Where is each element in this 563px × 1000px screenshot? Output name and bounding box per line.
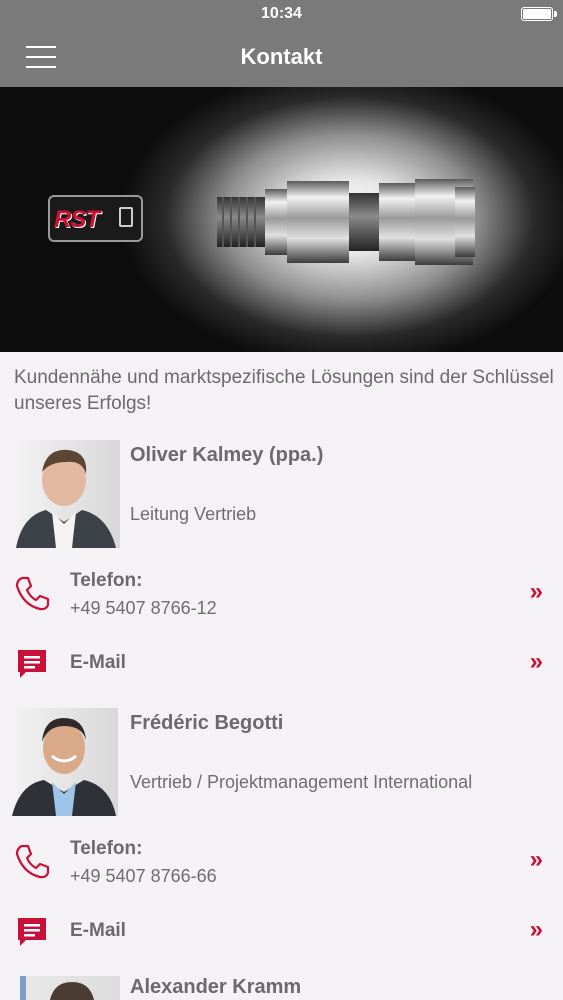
phone-label: Telefon:: [70, 570, 143, 591]
email-row[interactable]: E-Mail »: [0, 640, 563, 700]
hero-banner: RST: [0, 87, 563, 352]
rst-logo: RST: [48, 195, 143, 242]
avatar: [20, 976, 120, 1000]
email-label: E-Mail: [70, 920, 126, 941]
chevron-right-icon: »: [529, 648, 543, 675]
phone-icon: [15, 576, 50, 611]
phone-number[interactable]: +49 5407 8766-12: [70, 598, 217, 619]
contact-name: Alexander Kramm: [130, 976, 302, 998]
avatar: [16, 440, 120, 548]
phone-number[interactable]: +49 5407 8766-66: [70, 866, 217, 887]
chevron-right-icon: »: [529, 846, 543, 873]
contact-person-card: Oliver Kalmey (ppa.) Leitung Vertrieb: [0, 440, 563, 560]
status-time: 10:34: [261, 5, 302, 22]
phone-icon: [15, 844, 50, 879]
chevron-right-icon: »: [529, 578, 543, 605]
avatar: [12, 708, 118, 816]
phone-label: Telefon:: [70, 838, 143, 859]
contact-role: Vertrieb / Projektmanagement Internation…: [130, 772, 473, 792]
contact-person-card: Frédéric Begotti Vertrieb / Projektmanag…: [0, 708, 563, 828]
contact-person-card: Alexander Kramm: [0, 976, 563, 1000]
page-title: Kontakt: [240, 44, 323, 69]
cable-gland-image: [217, 179, 475, 265]
email-label: E-Mail: [70, 652, 126, 673]
chevron-right-icon: »: [529, 916, 543, 943]
battery-icon: [521, 7, 557, 21]
contact-name: Frédéric Begotti: [130, 712, 284, 734]
contact-name: Oliver Kalmey (ppa.): [130, 444, 324, 466]
nav-bar: Kontakt: [0, 28, 563, 87]
intro-text: Kundennähe und marktspezifische Lösungen…: [14, 367, 554, 414]
phone-row[interactable]: Telefon: +49 5407 8766-66 »: [0, 836, 563, 896]
contact-role: Leitung Vertrieb: [130, 504, 257, 524]
phone-row[interactable]: Telefon: +49 5407 8766-12 »: [0, 568, 563, 628]
message-icon: [18, 650, 46, 678]
message-icon: [18, 918, 46, 946]
email-row[interactable]: E-Mail »: [0, 908, 563, 968]
status-bar: 10:34: [0, 0, 563, 28]
